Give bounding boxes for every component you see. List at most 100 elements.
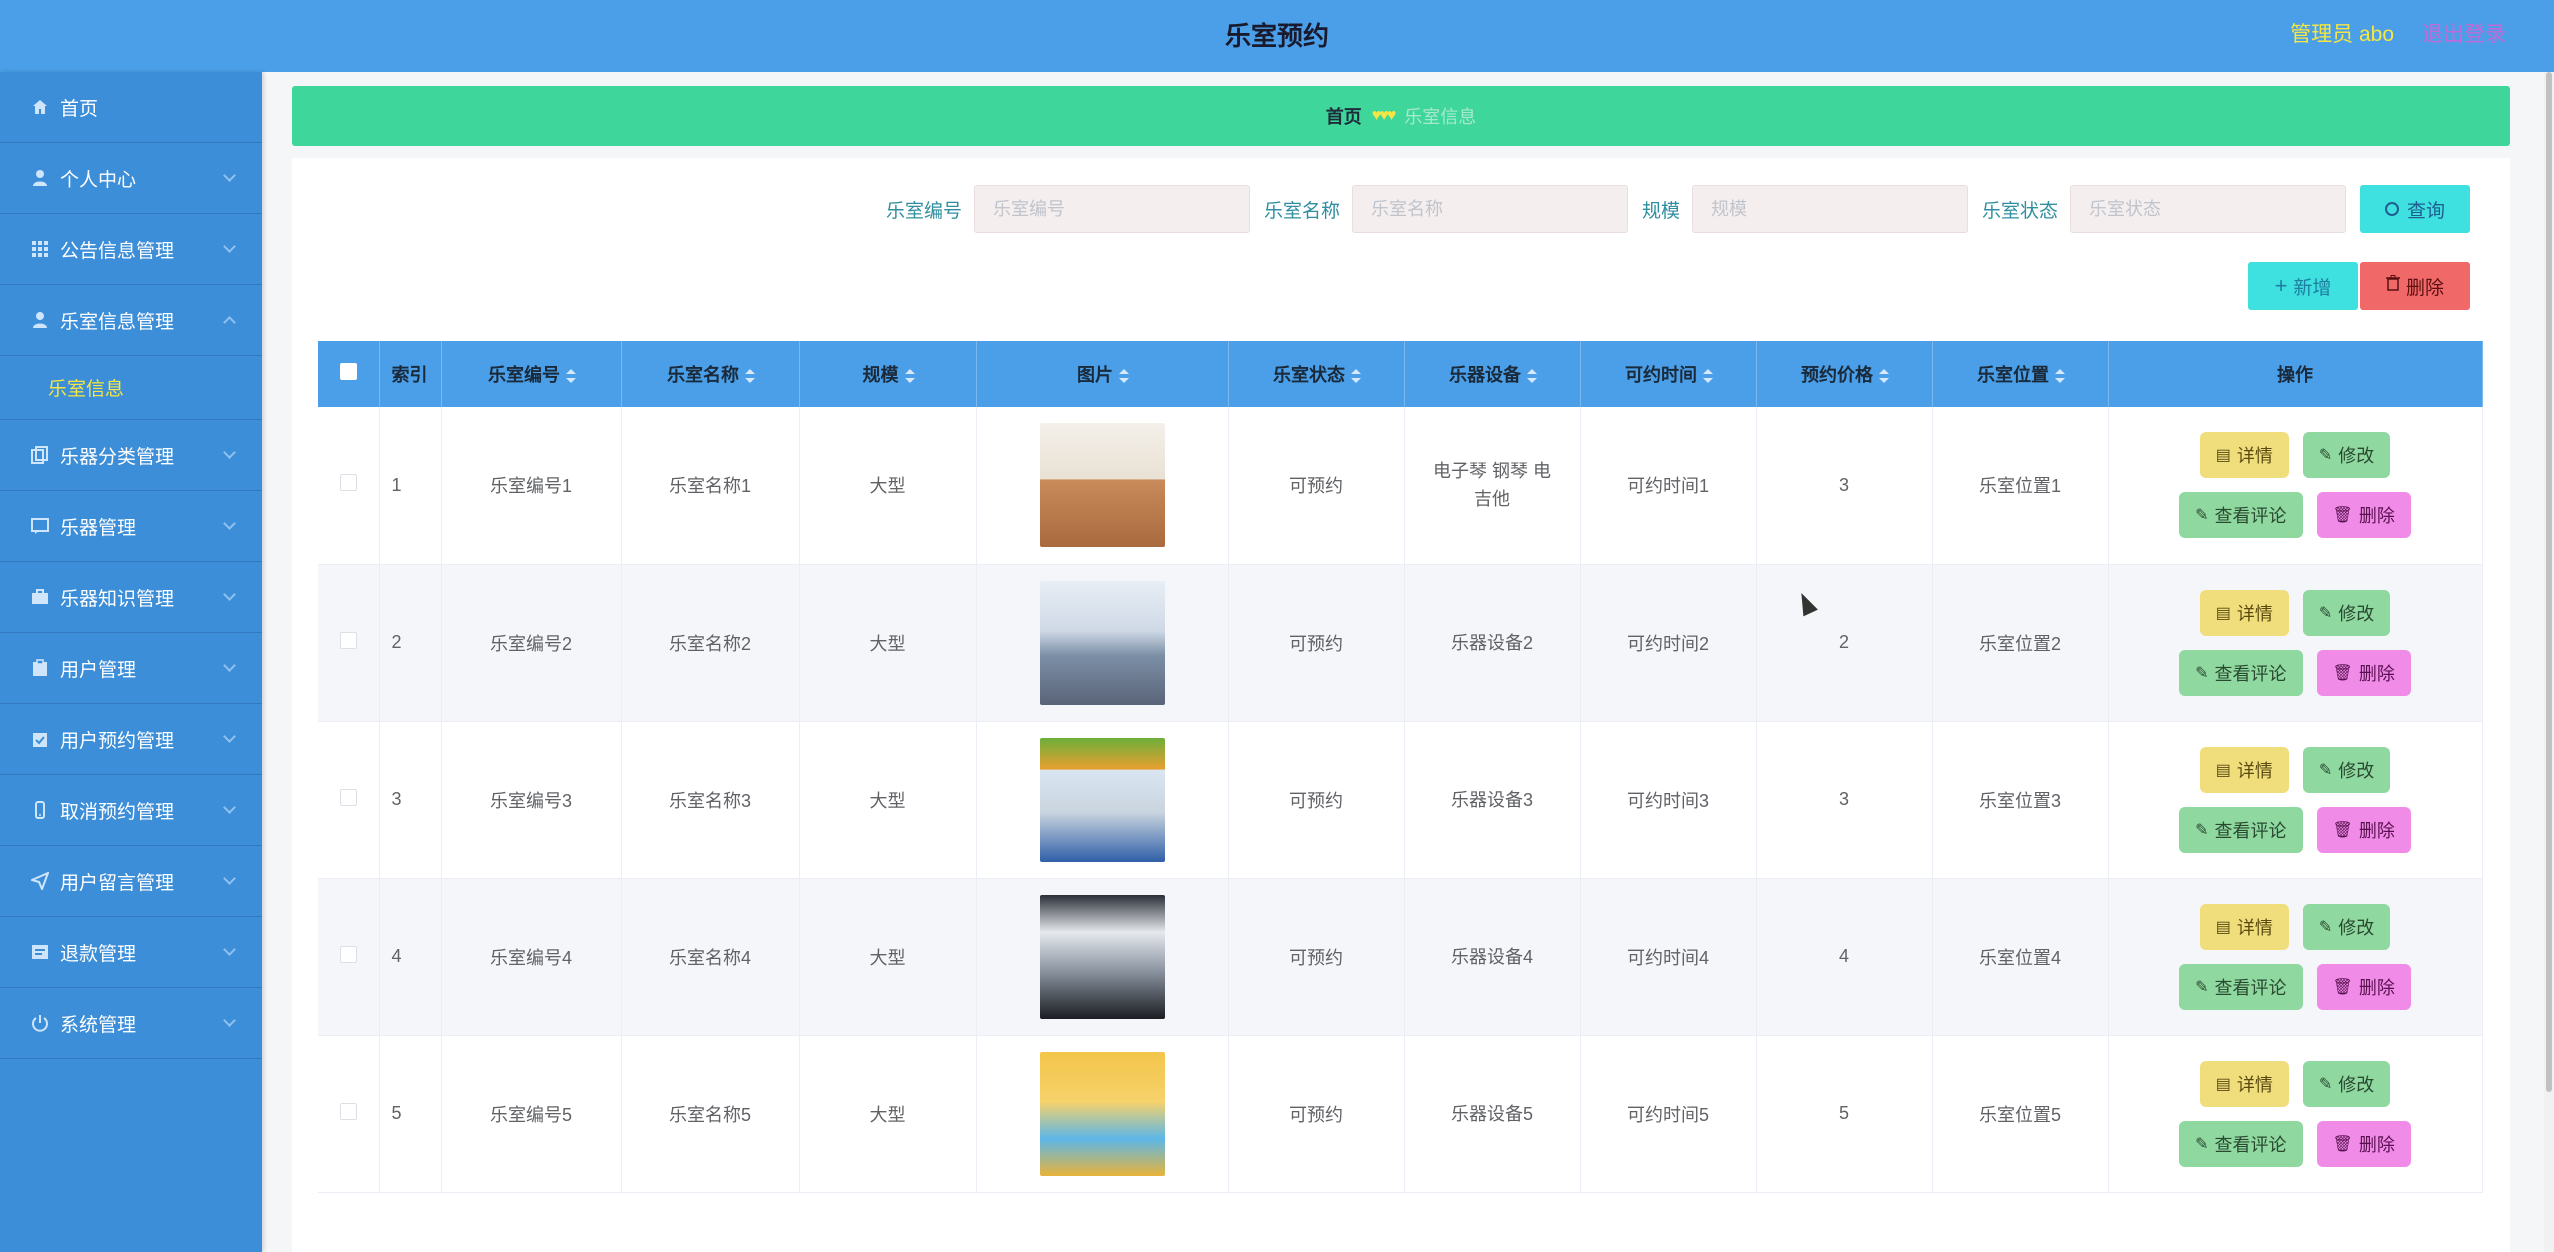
breadcrumb: 首页 ♥♥♥ 乐室信息 xyxy=(292,86,2510,146)
sort-icon[interactable] xyxy=(745,369,755,384)
header-scale[interactable]: 规模 xyxy=(799,341,977,407)
sidebar-item-instrument-category[interactable]: 乐器分类管理 xyxy=(0,420,262,491)
header-equipment[interactable]: 乐器设备 xyxy=(1404,341,1581,407)
chevron-down-icon xyxy=(223,1014,236,1027)
sidebar-item-users[interactable]: 用户管理 xyxy=(0,633,262,704)
view-reviews-button[interactable]: ✎ 查看评论 xyxy=(2179,649,2303,696)
sort-icon[interactable] xyxy=(1879,369,1889,384)
sidebar-item-reservations[interactable]: 用户预约管理 xyxy=(0,704,262,775)
edit-button[interactable]: ✎ 修改 xyxy=(2302,589,2391,636)
edit-button[interactable]: ✎ 修改 xyxy=(2302,432,2391,479)
sort-icon[interactable] xyxy=(904,369,915,384)
pencil-icon: ✎ xyxy=(2195,1135,2209,1153)
detail-button[interactable]: ▤ 详情 xyxy=(2199,1060,2289,1107)
add-button[interactable]: + 新增 xyxy=(2248,262,2358,310)
row-checkbox[interactable] xyxy=(339,631,357,649)
room-thumbnail[interactable] xyxy=(1039,580,1165,705)
cell-scale: 大型 xyxy=(799,878,977,1036)
row-checkbox[interactable] xyxy=(339,788,357,806)
delete-button[interactable]: 🗑 删除 xyxy=(2316,649,2411,696)
row-select[interactable] xyxy=(318,878,380,1036)
detail-button[interactable]: ▤ 详情 xyxy=(2199,746,2289,793)
sidebar-item-label: 乐器分类管理 xyxy=(60,446,175,468)
delete-button[interactable]: 🗑 删除 xyxy=(2316,1120,2411,1167)
sidebar-item-instrument[interactable]: 乐器管理 xyxy=(0,491,262,562)
row-select[interactable] xyxy=(318,564,380,722)
sort-icon[interactable] xyxy=(566,369,576,384)
header-name[interactable]: 乐室名称 xyxy=(621,341,800,407)
sidebar-item-knowledge[interactable]: 乐器知识管理 xyxy=(0,562,262,633)
sidebar-item-profile[interactable]: 个人中心 xyxy=(0,143,262,214)
detail-label: 详情 xyxy=(2236,603,2273,624)
sidebar-item-cancellations[interactable]: 取消预约管理 xyxy=(0,775,262,846)
sort-icon[interactable] xyxy=(1703,369,1713,384)
delete-button[interactable]: 🗑 删除 xyxy=(2316,963,2411,1010)
sidebar-item-messages[interactable]: 用户留言管理 xyxy=(0,846,262,917)
cell-name: 乐室名称3 xyxy=(621,721,800,879)
cell-time: 可约时间2 xyxy=(1580,564,1757,722)
header-image[interactable]: 图片 xyxy=(976,341,1229,407)
sidebar-item-home[interactable]: 首页 xyxy=(0,72,262,143)
row-checkbox[interactable] xyxy=(339,474,357,492)
row-select[interactable] xyxy=(318,1035,380,1193)
row-checkbox[interactable] xyxy=(339,945,357,963)
submenu-item-room-info[interactable]: 乐室信息 xyxy=(0,356,262,420)
sidebar-item-room-info[interactable]: 乐室信息管理 xyxy=(0,285,262,356)
scrollbar-thumb[interactable] xyxy=(2546,72,2552,1092)
room-thumbnail[interactable] xyxy=(1039,737,1165,862)
sidebar-item-system[interactable]: 系统管理 xyxy=(0,988,262,1059)
view-reviews-button[interactable]: ✎ 查看评论 xyxy=(2179,963,2303,1010)
search-input-code[interactable] xyxy=(973,185,1250,233)
search-label-status: 乐室状态 xyxy=(1981,200,2058,222)
view-reviews-button[interactable]: ✎ 查看评论 xyxy=(2179,806,2303,853)
breadcrumb-home[interactable]: 首页 xyxy=(1326,103,1362,129)
header-status[interactable]: 乐室状态 xyxy=(1228,341,1405,407)
page-scrollbar[interactable] xyxy=(2544,72,2554,1252)
sidebar-item-refunds[interactable]: 退款管理 xyxy=(0,917,262,988)
header-select-all[interactable] xyxy=(318,341,380,407)
room-thumbnail[interactable] xyxy=(1039,1051,1165,1176)
view-reviews-button[interactable]: ✎ 查看评论 xyxy=(2179,492,2303,539)
cell-location: 乐室位置4 xyxy=(1932,878,2109,1036)
cell-location: 乐室位置2 xyxy=(1932,564,2109,722)
edit-button[interactable]: ✎ 修改 xyxy=(2302,1060,2391,1107)
sidebar-item-notice[interactable]: 公告信息管理 xyxy=(0,214,262,285)
user-icon xyxy=(30,310,50,330)
pencil-icon: ✎ xyxy=(2318,761,2333,779)
edit-button[interactable]: ✎ 修改 xyxy=(2302,903,2391,950)
cell-location: 乐室位置3 xyxy=(1932,721,2109,879)
cell-actions: ▤ 详情 ✎ 修改 ✎ 查看评论 🗑 删除 xyxy=(2108,407,2483,565)
view-reviews-button[interactable]: ✎ 查看评论 xyxy=(2179,1120,2303,1167)
row-select[interactable] xyxy=(318,407,380,565)
header-price[interactable]: 预约价格 xyxy=(1756,341,1933,407)
header-code[interactable]: 乐室编号 xyxy=(441,341,622,407)
select-all-checkbox[interactable] xyxy=(339,363,357,380)
pencil-icon: ✎ xyxy=(2318,604,2333,622)
sort-icon[interactable] xyxy=(2055,369,2065,384)
row-select[interactable] xyxy=(318,721,380,879)
cell-index: 4 xyxy=(379,878,442,1036)
query-button[interactable]: 查询 xyxy=(2360,185,2470,233)
detail-button[interactable]: ▤ 详情 xyxy=(2199,903,2289,950)
row-checkbox[interactable] xyxy=(339,1102,357,1120)
logout-link[interactable]: 退出登录 xyxy=(2422,0,2506,70)
room-thumbnail[interactable] xyxy=(1039,894,1165,1019)
search-input-status[interactable] xyxy=(2070,185,2346,233)
search-icon xyxy=(2384,202,2399,216)
detail-button[interactable]: ▤ 详情 xyxy=(2199,589,2289,636)
edit-label: 修改 xyxy=(2338,760,2375,781)
room-thumbnail[interactable] xyxy=(1039,423,1165,548)
header-location[interactable]: 乐室位置 xyxy=(1932,341,2109,407)
sort-icon[interactable] xyxy=(1527,369,1537,384)
sort-icon[interactable] xyxy=(1119,369,1129,384)
delete-button[interactable]: 🗑 删除 xyxy=(2316,806,2411,853)
header-time[interactable]: 可约时间 xyxy=(1580,341,1757,407)
send-icon xyxy=(30,871,50,891)
search-input-name[interactable] xyxy=(1351,185,1628,233)
detail-button[interactable]: ▤ 详情 xyxy=(2199,432,2289,479)
search-input-scale[interactable] xyxy=(1691,185,1968,233)
edit-button[interactable]: ✎ 修改 xyxy=(2302,746,2391,793)
bulk-delete-button[interactable]: 删除 xyxy=(2360,262,2470,310)
delete-button[interactable]: 🗑 删除 xyxy=(2316,492,2411,539)
sort-icon[interactable] xyxy=(1351,369,1361,384)
